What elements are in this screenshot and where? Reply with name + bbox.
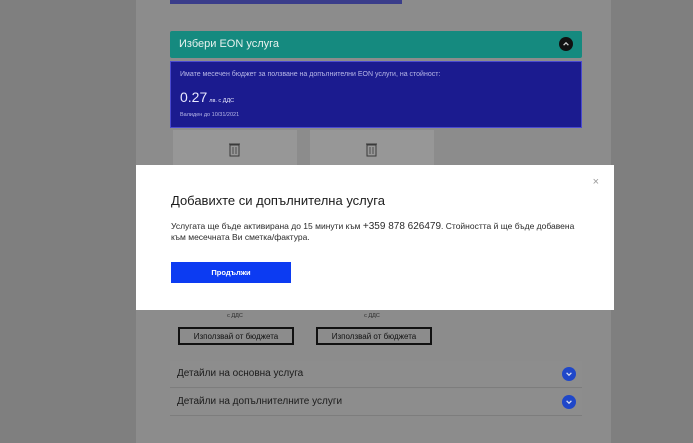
budget-description: Имате месечен бюджет за ползване на допъ… [180,71,441,78]
chevron-down-icon[interactable] [562,395,576,409]
accordion-main-service[interactable]: Детайли на основна услуга [170,361,582,388]
accordion-additional-services[interactable]: Детайли на допълнителните услуги [170,389,582,416]
service-card [173,130,297,170]
use-from-budget-button[interactable]: Използвай от бюджета [316,327,432,345]
budget-amount: 0.27 [180,89,208,105]
modal-body-start: Услугата ще бъде активирана до 15 минути… [171,221,363,231]
service-section-title: Избери EON услуга [179,38,280,50]
card-vat-label: с ДДС [364,313,380,319]
budget-amount-suffix: лв. с ДДС [209,98,235,104]
close-icon[interactable]: × [593,177,599,188]
modal-body: Услугата ще бъде активирана до 15 минути… [171,221,583,243]
continue-button[interactable]: Продължи [171,262,291,283]
modal-heading: Добавихте си допълнителна услуга [171,193,385,208]
budget-box: Имате месечен бюджет за ползване на допъ… [170,61,582,128]
accordion-label: Детайли на основна услуга [177,368,304,379]
chevron-up-icon[interactable] [559,37,573,51]
card-vat-label: с ДДС [227,313,243,319]
chevron-down-icon[interactable] [562,367,576,381]
use-from-budget-button[interactable]: Използвай от бюджета [178,327,294,345]
top-bar [170,0,402,4]
trash-icon [229,143,240,157]
service-card [310,130,434,170]
modal-phone-number: +359 878 626479 [362,221,442,232]
service-section-header[interactable]: Избери EON услуга [170,31,582,58]
accordion-label: Детайли на допълнителните услуги [177,396,343,407]
confirmation-modal: × Добавихте си допълнителна услуга Услуг… [136,165,614,310]
budget-amount-line: 0.27 лв. с ДДС [180,89,234,105]
budget-valid-until: Валиден до 10/31/2021 [180,112,240,118]
trash-icon [366,143,377,157]
